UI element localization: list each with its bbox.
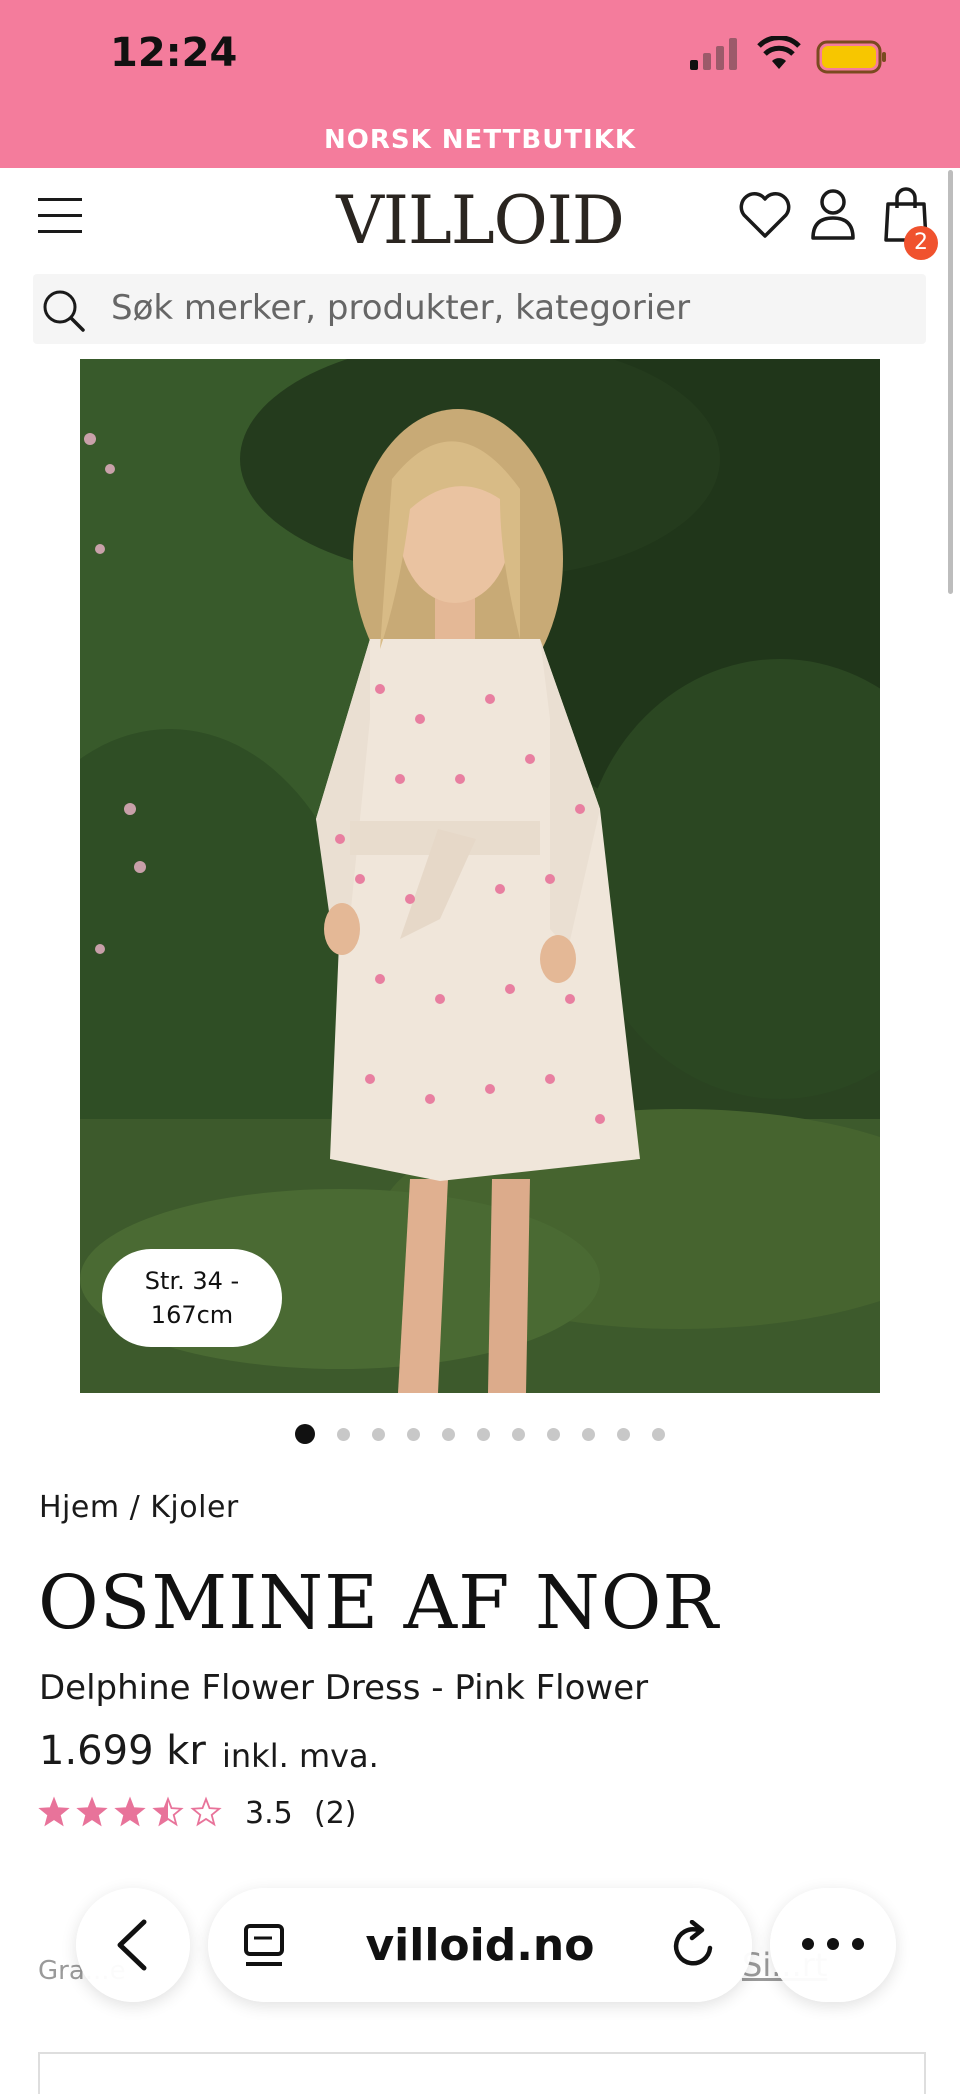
gallery-dot[interactable]	[582, 1428, 595, 1441]
rating-star	[76, 1796, 108, 1827]
vat-note: inkl. mva.	[222, 1737, 379, 1775]
announcement-banner: NORSK NETTBUTIKK	[0, 116, 960, 168]
gallery-dot[interactable]	[337, 1428, 350, 1441]
rating-value: 3.5	[245, 1796, 293, 1831]
rating-star	[38, 1796, 70, 1827]
wifi-icon	[757, 36, 801, 69]
rating-star	[152, 1796, 184, 1827]
size-label-line2: 167cm	[150, 1301, 234, 1329]
reload-icon[interactable]	[670, 1920, 718, 1970]
heart-icon[interactable]	[738, 190, 792, 240]
site-header: VILLOID 2	[0, 168, 960, 268]
brand-title[interactable]: OSMINE AF NOR	[38, 1560, 719, 1646]
user-icon[interactable]	[810, 188, 856, 242]
product-name: Delphine Flower Dress - Pink Flower	[39, 1668, 649, 1708]
status-bar: 12:24	[0, 0, 960, 116]
search-input[interactable]: Søk merker, produkter, kategorier	[111, 288, 690, 328]
clock: 12:24	[110, 30, 238, 76]
size-selector-box[interactable]	[38, 2052, 926, 2094]
gallery-dot[interactable]	[442, 1428, 455, 1441]
more-options-button[interactable]	[770, 1888, 896, 2002]
search-icon	[43, 290, 85, 332]
gallery-dot[interactable]	[652, 1428, 665, 1441]
battery-icon	[816, 40, 886, 74]
browser-toolbar: villoid.no	[0, 1860, 960, 2010]
ellipsis-icon	[802, 1938, 864, 1950]
back-button[interactable]	[76, 1888, 190, 2002]
product-photo-illustration	[80, 359, 880, 1393]
product-price: 1.699 kr	[39, 1728, 206, 1774]
gallery-pagination	[0, 1422, 960, 1446]
gallery-dot[interactable]	[295, 1424, 315, 1444]
rating-stars[interactable]	[38, 1796, 238, 1830]
gallery-dot[interactable]	[512, 1428, 525, 1441]
size-label-line1: Str. 34 -	[144, 1267, 240, 1295]
gallery-dot[interactable]	[547, 1428, 560, 1441]
gallery-dot[interactable]	[372, 1428, 385, 1441]
chevron-left-icon	[117, 1919, 147, 1971]
rating-star	[190, 1796, 222, 1827]
gallery-dot[interactable]	[407, 1428, 420, 1441]
gallery-dot[interactable]	[617, 1428, 630, 1441]
address-bar[interactable]: villoid.no	[208, 1888, 752, 2002]
breadcrumb[interactable]: Hjem / Kjoler	[39, 1490, 239, 1525]
review-count[interactable]: (2)	[314, 1796, 357, 1831]
search-bar[interactable]: Søk merker, produkter, kategorier	[33, 274, 926, 344]
gallery-dot[interactable]	[477, 1428, 490, 1441]
rating-star	[114, 1796, 146, 1827]
product-image[interactable]	[80, 359, 880, 1393]
scrollbar[interactable]	[948, 170, 953, 594]
signal-bars-icon	[690, 38, 737, 70]
cart-count-badge: 2	[904, 226, 938, 260]
size-model-badge: Str. 34 - 167cm	[102, 1249, 282, 1347]
